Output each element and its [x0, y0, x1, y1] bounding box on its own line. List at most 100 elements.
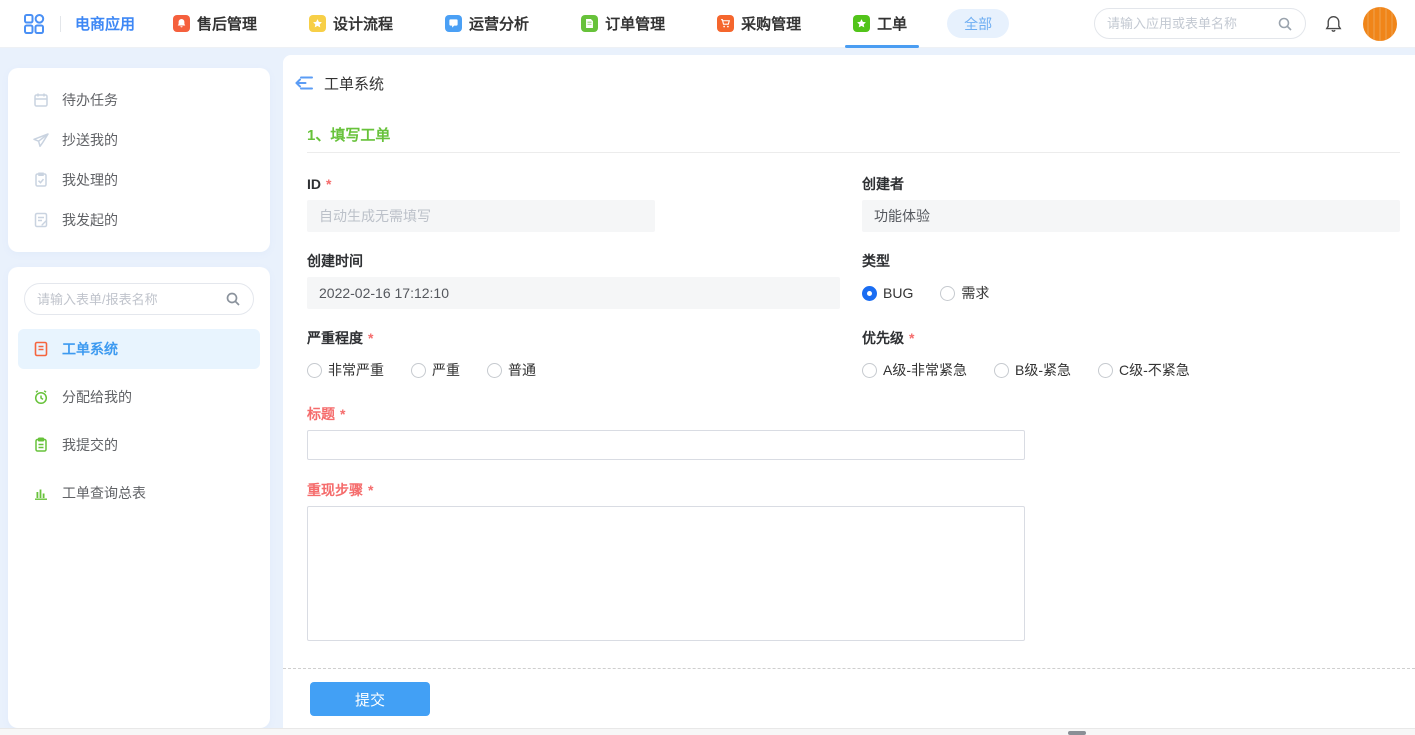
required-asterisk: *: [326, 176, 331, 192]
sidebar-item-assigned-to-me[interactable]: 分配给我的: [18, 377, 260, 417]
scrollbar-thumb[interactable]: [1068, 731, 1086, 735]
nav-separator: [60, 16, 61, 32]
sidebar-search-input[interactable]: [37, 292, 225, 307]
radio-label: 需求: [961, 283, 989, 303]
radio-circle: [411, 363, 426, 378]
nav-tab-procurement[interactable]: 采购管理: [717, 0, 801, 48]
title-input[interactable]: [307, 430, 1025, 460]
type-label: 类型: [862, 253, 1400, 269]
tab-label: 订单管理: [605, 13, 665, 34]
repro-steps-label: 重现步骤*: [307, 482, 1025, 498]
app-name[interactable]: 电商应用: [75, 13, 135, 34]
sidebar-item-workorder-system[interactable]: 工单系统: [18, 329, 260, 369]
form-footer: 提交: [283, 668, 1415, 728]
field-creator: 创建者: [862, 176, 1400, 232]
title-label: 标题*: [307, 406, 1025, 422]
sidebar-form-card: 工单系统 分配给我的 我提交的 工单查询总表: [8, 267, 270, 728]
aftersales-bell-icon: [173, 15, 190, 32]
sidebar-item-label: 抄送我的: [62, 130, 118, 150]
field-created-time: 创建时间: [307, 253, 840, 309]
workorder-star-icon: [853, 15, 870, 32]
nav-tab-orders[interactable]: 订单管理: [581, 0, 665, 48]
field-severity: 严重程度* 非常严重 严重 普通: [307, 330, 840, 386]
search-icon[interactable]: [225, 291, 241, 307]
priority-radio-group: A级-非常紧急 B级-紧急 C级-不紧急: [862, 354, 1400, 386]
radio-serious[interactable]: 严重: [411, 360, 460, 380]
sidebar-item-submitted-by-me[interactable]: 我提交的: [18, 425, 260, 465]
radio-a-level-very-urgent[interactable]: A级-非常紧急: [862, 360, 967, 380]
radio-very-serious[interactable]: 非常严重: [307, 360, 384, 380]
sidebar: 待办任务 抄送我的 我处理的 我发起的: [0, 48, 270, 728]
sidebar-item-label: 工单查询总表: [62, 483, 146, 503]
paper-plane-icon: [32, 131, 50, 149]
document-icon: [32, 340, 50, 358]
radio-label: BUG: [883, 285, 913, 301]
search-icon[interactable]: [1277, 16, 1293, 32]
submit-button[interactable]: 提交: [310, 682, 430, 716]
nav-tab-aftersales[interactable]: 售后管理: [173, 0, 257, 48]
design-star-icon: [309, 15, 326, 32]
user-avatar[interactable]: [1363, 7, 1397, 41]
clipboard-icon: [32, 436, 50, 454]
id-label: ID *: [307, 176, 840, 192]
nav-tabs: 售后管理 设计流程 运营分析 订单管理 采购管理: [173, 0, 907, 48]
label-text: 类型: [862, 253, 890, 269]
tab-label: 售后管理: [197, 13, 257, 34]
radio-circle: [1098, 363, 1113, 378]
radio-bug[interactable]: BUG: [862, 285, 913, 301]
calendar-icon: [32, 91, 50, 109]
radio-requirement[interactable]: 需求: [940, 283, 989, 303]
id-input[interactable]: [307, 200, 655, 232]
label-text: 创建者: [862, 176, 904, 192]
sidebar-item-workorder-summary-table[interactable]: 工单查询总表: [18, 473, 260, 513]
radio-circle: [940, 286, 955, 301]
repro-steps-textarea[interactable]: [307, 506, 1025, 641]
sidebar-task-card: 待办任务 抄送我的 我处理的 我发起的: [8, 68, 270, 252]
sidebar-item-todo-tasks[interactable]: 待办任务: [18, 80, 260, 120]
label-text: 优先级: [862, 330, 904, 346]
alarm-clock-icon: [32, 388, 50, 406]
radio-c-level-not-urgent[interactable]: C级-不紧急: [1098, 360, 1190, 380]
sidebar-item-label: 待办任务: [62, 90, 118, 110]
page-title: 工单系统: [324, 73, 384, 94]
section-divider: [307, 152, 1400, 153]
radio-normal[interactable]: 普通: [487, 360, 536, 380]
radio-label: 非常严重: [328, 360, 384, 380]
operations-chat-icon: [445, 15, 462, 32]
nav-search-input[interactable]: [1107, 16, 1277, 31]
creator-input[interactable]: [862, 200, 1400, 232]
created-time-label: 创建时间: [307, 253, 840, 269]
sidebar-item-label: 工单系统: [62, 339, 118, 359]
field-priority: 优先级* A级-非常紧急 B级-紧急 C级-不紧急: [862, 330, 1400, 386]
radio-circle-checked: [862, 286, 877, 301]
severity-label: 严重程度*: [307, 330, 840, 346]
workorder-form: 1、填写工单 ID* 创建者: [283, 124, 1415, 684]
radio-label: B级-紧急: [1015, 360, 1071, 380]
nav-tab-workorder[interactable]: 工单: [853, 0, 907, 48]
tab-label: 工单: [877, 13, 907, 34]
radio-label: 严重: [432, 360, 460, 380]
brand: 电商应用: [22, 12, 135, 36]
label-text: ID: [307, 176, 321, 192]
horizontal-scrollbar[interactable]: [0, 728, 1415, 735]
sidebar-item-handled-by-me[interactable]: 我处理的: [18, 160, 260, 200]
main-panel: 工单系统 1、填写工单 ID* 创建者: [283, 55, 1415, 728]
procurement-cart-icon: [717, 15, 734, 32]
radio-circle: [487, 363, 502, 378]
sidebar-item-initiated-by-me[interactable]: 我发起的: [18, 200, 260, 240]
notification-bell-icon[interactable]: [1324, 14, 1343, 33]
sidebar-item-cc-to-me[interactable]: 抄送我的: [18, 120, 260, 160]
severity-radio-group: 非常严重 严重 普通: [307, 354, 840, 386]
nav-search-box: [1094, 8, 1306, 39]
bar-chart-icon: [32, 484, 50, 502]
document-edit-icon: [32, 211, 50, 229]
orders-document-icon: [581, 15, 598, 32]
nav-tab-operations[interactable]: 运营分析: [445, 0, 529, 48]
required-asterisk: *: [368, 482, 373, 498]
apps-grid-icon[interactable]: [22, 12, 46, 36]
collapse-sidebar-icon[interactable]: [293, 72, 315, 94]
radio-b-level-urgent[interactable]: B级-紧急: [994, 360, 1071, 380]
all-filter-pill[interactable]: 全部: [947, 9, 1009, 38]
nav-tab-design[interactable]: 设计流程: [309, 0, 393, 48]
created-time-input[interactable]: [307, 277, 840, 309]
